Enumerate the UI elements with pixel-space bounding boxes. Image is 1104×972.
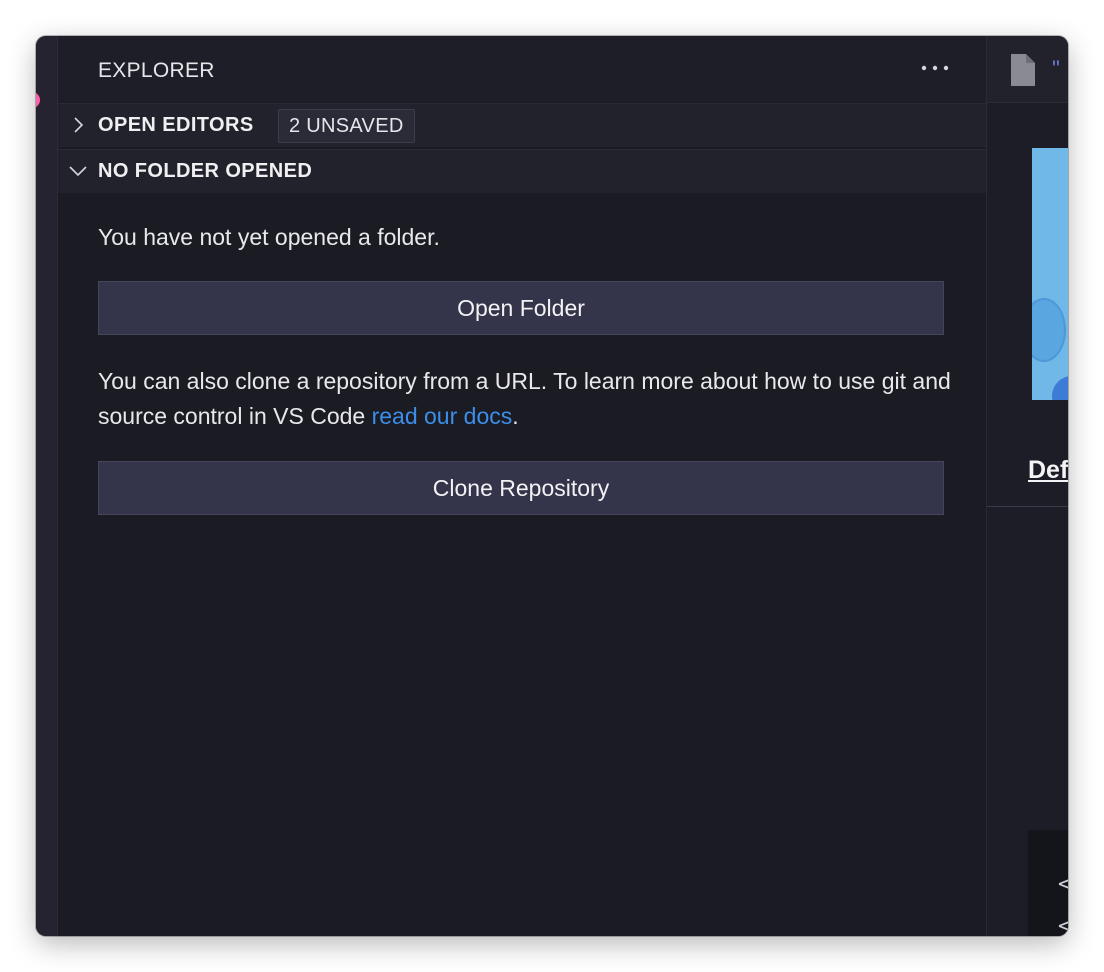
editor-tab-title[interactable]: " [1052, 56, 1060, 82]
unsaved-badge: 2 UNSAVED [278, 109, 415, 143]
code-line: < [1058, 872, 1068, 897]
no-folder-header[interactable]: NO FOLDER OPENED [58, 149, 986, 193]
activity-bar [36, 36, 58, 936]
clone-message: You can also clone a repository from a U… [98, 364, 958, 434]
vscode-window: EXPLORER OPEN EDITORS 2 UNSAVED NO FOLDE… [36, 36, 1068, 936]
read-docs-link[interactable]: read our docs [372, 403, 513, 429]
sidebar-title-bar: EXPLORER [58, 36, 986, 102]
hero-shape [1032, 298, 1066, 362]
no-folder-message: You have not yet opened a folder. [98, 224, 440, 250]
welcome-hero-image [1032, 148, 1068, 400]
sidebar-title: EXPLORER [98, 59, 215, 82]
open-editors-header[interactable]: OPEN EDITORS 2 UNSAVED [58, 103, 986, 147]
code-block: < < [1028, 830, 1068, 936]
no-folder-label: NO FOLDER OPENED [98, 160, 313, 182]
more-horizontal-icon[interactable] [918, 56, 952, 80]
chevron-right-icon [68, 115, 88, 135]
editor-tab-bar: " [987, 36, 1068, 103]
open-editors-label: OPEN EDITORS [98, 114, 254, 136]
editor-area: " Def < < [987, 36, 1068, 936]
clone-repository-button[interactable]: Clone Repository [98, 461, 944, 515]
notification-dot [36, 92, 40, 108]
chevron-down-icon [68, 161, 88, 181]
open-folder-button[interactable]: Open Folder [98, 281, 944, 335]
editor-divider [987, 506, 1068, 507]
clone-message-end: . [512, 403, 519, 429]
clone-message-text: You can also clone a repository from a U… [98, 368, 951, 429]
explorer-sidebar: EXPLORER OPEN EDITORS 2 UNSAVED NO FOLDE… [58, 36, 987, 936]
hero-shape-2 [1052, 376, 1068, 400]
file-icon [1011, 54, 1035, 86]
editor-heading: Def [1028, 456, 1068, 484]
code-line: < [1058, 914, 1068, 936]
